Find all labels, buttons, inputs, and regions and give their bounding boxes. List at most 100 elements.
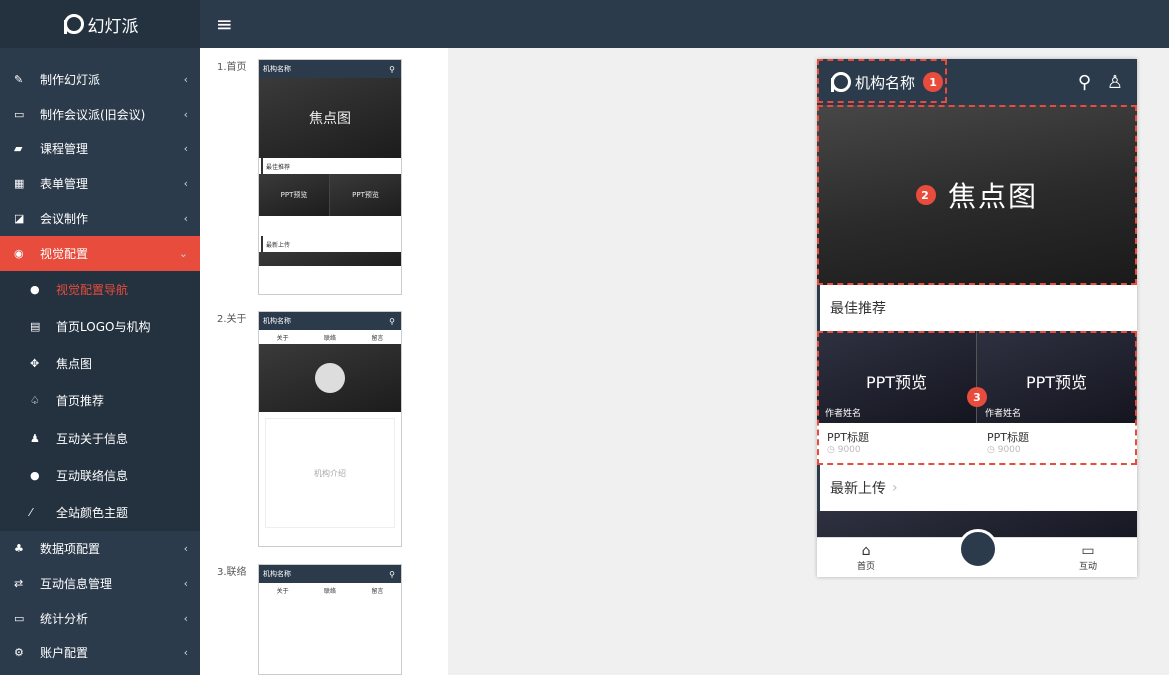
search-icon: ⚲	[389, 64, 395, 74]
search-icon[interactable]: ⚲	[1078, 72, 1091, 93]
sub-item-contact-info[interactable]: ● 互动联络信息	[0, 456, 200, 494]
sidebar-item-label: 视觉配置	[40, 246, 89, 261]
thumb-header: 机构名称 ⚲	[259, 565, 401, 583]
chevron-left-icon: ‹	[183, 107, 188, 121]
brand-logo-icon	[62, 14, 84, 34]
highlight-2	[817, 105, 1137, 285]
sub-item-label: 首页LOGO与机构	[56, 320, 151, 335]
phone-header: 机构名称 1 ⚲ ♙	[817, 59, 1137, 105]
home-icon: ⌂	[861, 543, 871, 559]
thumb-tab-contact: 联络	[323, 587, 336, 595]
sub-item-label: 全站颜色主题	[56, 506, 129, 520]
sidebar-item-meeting-old[interactable]: ▭ 制作会议派(旧会议) ‹	[0, 97, 200, 132]
chevron-left-icon: ‹	[183, 541, 188, 555]
menu-toggle-icon[interactable]: ≡	[216, 12, 233, 36]
thumb-latest-img	[259, 252, 401, 266]
sub-item-visual-nav[interactable]: ● 视觉配置导航	[0, 270, 200, 308]
latest-label: 最新上传	[830, 481, 886, 497]
thumb-label-contact: 3.联络	[217, 567, 247, 578]
sub-item-label: 互动联络信息	[56, 468, 129, 483]
sidebar-item-stats[interactable]: ▭ 统计分析 ‹	[0, 601, 200, 636]
chevron-down-icon: ⌄	[178, 246, 188, 260]
tab-interact[interactable]: ▭ 互动	[1079, 543, 1097, 572]
phone-focus: 2 焦点图	[817, 105, 1137, 285]
list-icon: ▤	[30, 320, 41, 334]
crosshair-icon: ✥	[30, 357, 40, 371]
eye-icon: ◉	[14, 246, 24, 260]
thumb-tabs: 关于 联络 留言	[259, 583, 401, 597]
phone-latest-heading[interactable]: 最新上传 ›	[817, 465, 1137, 511]
chevron-left-icon: ‹	[183, 177, 188, 191]
phone-best-heading: 最佳推荐	[817, 285, 1137, 331]
thumb-org: 机构名称	[263, 317, 291, 325]
sidebar-item-label: 表单管理	[40, 177, 89, 192]
sidebar-item-make[interactable]: ✎ 制作幻灯派 ‹	[0, 62, 200, 97]
chevron-left-icon: ‹	[183, 142, 188, 156]
sidebar-item-label: 制作会议派(旧会议)	[40, 107, 146, 122]
thumb-cards: PPT预览 PPT预览	[259, 174, 401, 216]
search-icon: ⚲	[389, 316, 395, 326]
info-icon: ●	[30, 282, 40, 296]
thumb-header: 机构名称 ⚲	[259, 312, 401, 330]
book-icon: ▰	[14, 142, 23, 156]
thumb-intro: 机构介绍	[265, 418, 395, 528]
sub-item-focus[interactable]: ✥ 焦点图	[0, 345, 200, 383]
chevron-right-icon: ›	[892, 480, 898, 496]
thumb-about[interactable]: 机构名称 ⚲ 关于 联络 留言 机构介绍	[258, 311, 402, 547]
thumb-ppt-card: PPT预览	[259, 174, 330, 216]
sidebar-item-forms[interactable]: ▦ 表单管理 ‹	[0, 166, 200, 201]
chevron-left-icon: ‹	[183, 646, 188, 660]
wand-icon: ⁄	[30, 506, 32, 519]
sidebar-item-meeting-make[interactable]: ◪ 会议制作 ‹	[0, 201, 200, 236]
app-name: 幻灯派	[87, 16, 139, 37]
thumb-org: 机构名称	[263, 65, 291, 73]
sub-item-logo-org[interactable]: ▤ 首页LOGO与机构	[0, 307, 200, 346]
chat-icon: ▭	[1081, 543, 1095, 559]
user-icon[interactable]: ♙	[1107, 72, 1123, 93]
sidebar: 幻灯派 ✎ 制作幻灯派 ‹ ▭ 制作会议派(旧会议) ‹ ▰ 课程管理 ‹ ▦ 表单管理 ‹ ◪…	[0, 0, 200, 675]
thumb-meta	[259, 216, 401, 236]
sitemap-icon: ♣	[14, 541, 24, 555]
top-bar: ≡	[200, 0, 1169, 48]
thumb-tab-msg: 留言	[371, 334, 384, 342]
chevron-left-icon: ‹	[183, 611, 188, 625]
center-logo-button[interactable]	[958, 529, 998, 569]
user-icon: ♟	[30, 431, 40, 445]
thumbs-up-icon: ♤	[30, 394, 40, 408]
sidebar-item-visual[interactable]: ◉ 视觉配置 ⌄	[0, 235, 200, 271]
thumb-label-home: 1.首页	[217, 62, 247, 73]
sidebar-item-label: 互动信息管理	[40, 576, 113, 591]
sidebar-item-account[interactable]: ⚙ 账户配置 ‹	[0, 635, 200, 670]
sub-item-label: 首页推荐	[56, 394, 105, 409]
sidebar-item-label: 数据项配置	[40, 541, 101, 556]
table-icon: ▦	[14, 177, 25, 191]
pencil-square-icon: ◪	[14, 212, 25, 226]
sub-item-recommend[interactable]: ♤ 首页推荐	[0, 382, 200, 420]
sidebar-item-label: 会议制作	[40, 212, 89, 227]
sidebar-item-interact[interactable]: ⇄ 互动信息管理 ‹	[0, 566, 200, 601]
sub-item-about-info[interactable]: ♟ 互动关于信息	[0, 419, 200, 457]
sidebar-item-course[interactable]: ▰ 课程管理 ‹	[0, 132, 200, 167]
exchange-icon: ⇄	[14, 576, 24, 590]
tab-interact-label: 互动	[1078, 562, 1097, 572]
thumb-home[interactable]: 机构名称 ⚲ 焦点图 最佳推荐 PPT预览 PPT预览 最新上传	[258, 59, 402, 295]
thumb-ppt-card: PPT预览	[330, 174, 401, 216]
thumb-latest: 最新上传	[261, 236, 401, 252]
app-logo[interactable]: 幻灯派	[0, 0, 200, 48]
tab-home[interactable]: ⌂ 首页	[857, 543, 875, 572]
chevron-left-icon: ‹	[183, 212, 188, 226]
sidebar-item-label: 课程管理	[40, 142, 89, 157]
sidebar-item-data[interactable]: ♣ 数据项配置 ‹	[0, 531, 200, 566]
thumb-contact[interactable]: 机构名称 ⚲ 关于 联络 留言	[258, 564, 402, 675]
thumb-best: 最佳推荐	[261, 158, 401, 174]
monitor-icon: ▭	[14, 107, 25, 121]
sub-item-label: 视觉配置导航	[56, 282, 129, 297]
sub-item-color-theme[interactable]: ⁄ 全站颜色主题	[0, 493, 200, 532]
thumb-tab-about: 关于	[276, 587, 289, 595]
thumb-focus: 焦点图	[259, 78, 401, 158]
highlight-1	[817, 59, 947, 103]
search-icon: ⚲	[389, 569, 395, 579]
avatar	[315, 363, 345, 393]
edit-icon: ✎	[14, 72, 24, 86]
sidebar-item-label: 账户配置	[40, 646, 89, 661]
